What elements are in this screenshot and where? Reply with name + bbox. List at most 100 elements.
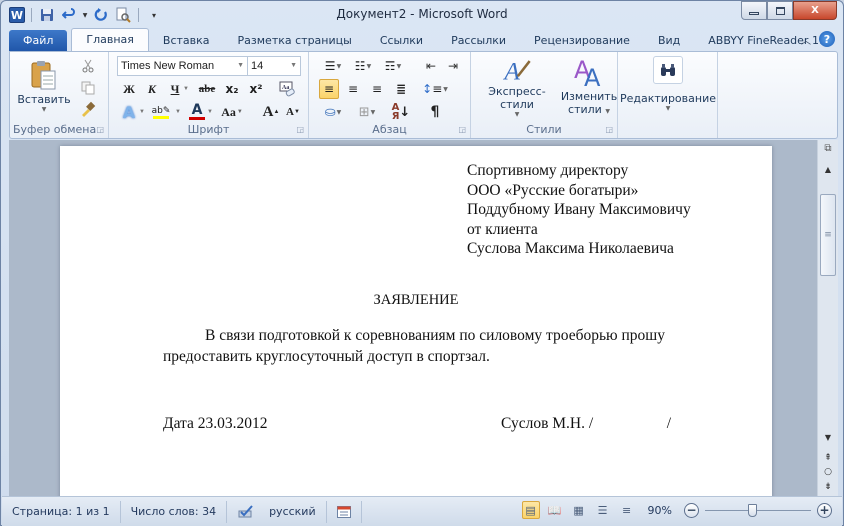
grow-font-icon: A — [262, 103, 274, 120]
font-size-combo[interactable]: 14 ▼ — [247, 56, 301, 76]
superscript-button[interactable]: x² — [246, 79, 266, 99]
quick-styles-button[interactable]: A Экспресс-стили ▼ — [473, 56, 561, 118]
font-group-label: Шрифт — [187, 123, 230, 136]
underline-dropdown-icon[interactable]: ▼ — [181, 79, 191, 99]
sort-button[interactable]: A Я ↓ — [391, 102, 411, 122]
svg-text:Aa: Aa — [282, 85, 289, 91]
sort-icon: AЯ — [391, 102, 400, 122]
print-layout-view-button[interactable]: ▤ — [521, 501, 540, 519]
highlight-color-bar — [153, 115, 169, 119]
change-styles-button[interactable]: AA Изменить стили ▼ — [560, 56, 618, 118]
zoom-in-button[interactable]: + — [817, 502, 832, 518]
tab-home[interactable]: Главная — [71, 28, 149, 52]
paste-button[interactable]: Вставить ▼ — [17, 56, 71, 116]
change-styles-label: Изменить стили ▼ — [560, 90, 618, 116]
tab-page-layout[interactable]: Разметка страницы — [224, 30, 366, 52]
increase-indent-button[interactable]: ⇥ — [443, 56, 463, 76]
paste-icon — [31, 61, 56, 90]
paint-bucket-icon: ⛀ — [324, 104, 336, 120]
font-name-combo[interactable]: Times New Roman ▼ — [117, 56, 248, 76]
font-color-button[interactable]: A — [187, 102, 207, 122]
cut-button[interactable] — [78, 56, 98, 76]
bullets-icon: ☰ — [324, 59, 336, 73]
minimize-ribbon-icon[interactable]: ︿ — [801, 32, 811, 47]
strikethrough-button[interactable]: abe — [195, 79, 219, 99]
align-right-button[interactable]: ≡ — [367, 79, 387, 99]
minimize-button[interactable] — [741, 1, 767, 20]
justify-button[interactable]: ≣ — [391, 79, 411, 99]
tab-insert[interactable]: Вставка — [149, 30, 224, 52]
document-area: Спортивному директору ООО «Русские богат… — [9, 140, 817, 496]
zoom-level[interactable]: 90% — [648, 504, 672, 517]
zoom-slider-track — [705, 509, 811, 511]
addressee-line: Спортивному директору — [467, 162, 629, 179]
format-painter-button[interactable] — [78, 99, 98, 119]
font-color-icon: A — [191, 102, 203, 118]
highlight-dropdown-icon[interactable]: ▼ — [173, 102, 183, 122]
addressee-line: ООО «Русские богатыри» — [467, 181, 639, 199]
maximize-button[interactable] — [767, 1, 793, 20]
bullets-button[interactable]: ☰ ▼ — [319, 56, 347, 76]
view-ruler-icon[interactable]: ⧉ — [820, 143, 836, 159]
zoom-slider-thumb[interactable] — [748, 503, 758, 517]
tab-mailings[interactable]: Рассылки — [437, 30, 520, 52]
scroll-thumb[interactable]: ≡ — [820, 194, 836, 276]
align-center-button[interactable]: ≡ — [343, 79, 363, 99]
macro-status[interactable] — [327, 500, 362, 523]
italic-button[interactable]: К — [142, 79, 162, 99]
line-spacing-button[interactable]: ↕ ≡ ▼ — [421, 79, 449, 99]
outline-view-button[interactable]: ☰ — [594, 501, 612, 519]
clear-formatting-button[interactable]: Aa — [277, 79, 297, 99]
paragraph-dialog-launcher[interactable]: ◲ — [458, 125, 466, 134]
close-button[interactable]: X — [793, 1, 837, 20]
numbering-button[interactable]: ☷ ▼ — [349, 56, 377, 76]
chevron-down-icon: ▼ — [290, 62, 297, 69]
styles-dialog-launcher[interactable]: ◲ — [605, 125, 613, 134]
vertical-scrollbar[interactable]: ⧉ ▲ ≡ ▼ ⇞ ○ ⇟ — [817, 140, 838, 496]
clipboard-dialog-launcher[interactable]: ◲ — [96, 125, 104, 134]
font-color-dropdown-icon[interactable]: ▼ — [205, 102, 215, 122]
bold-button[interactable]: Ж — [119, 79, 139, 99]
scroll-up-button[interactable]: ▲ — [818, 162, 838, 178]
borders-icon: ⊞ — [358, 104, 370, 120]
chevron-down-icon: ▼ — [514, 111, 520, 118]
text-effects-button[interactable]: A — [119, 102, 139, 122]
decrease-indent-button[interactable]: ⇤ — [421, 56, 441, 76]
multilevel-list-button[interactable]: ☶ ▼ — [379, 56, 407, 76]
tab-references[interactable]: Ссылки — [366, 30, 437, 52]
borders-button[interactable]: ⊞ ▼ — [353, 102, 381, 122]
next-page-button[interactable]: ⇟ — [818, 479, 838, 495]
group-editing: Редактирование ▼ — [618, 52, 718, 138]
shrink-font-button[interactable]: A ▼ — [283, 102, 303, 122]
page-count[interactable]: Страница: 1 из 1 — [2, 500, 121, 523]
addressee-line: Суслова Максима Николаевича — [467, 240, 674, 257]
scroll-down-button[interactable]: ▼ — [818, 430, 838, 446]
subscript-button[interactable]: x₂ — [222, 79, 242, 99]
grow-font-button[interactable]: A ▲ — [261, 102, 281, 122]
browse-object-button[interactable]: ○ — [818, 464, 838, 480]
grip-icon: ≡ — [824, 230, 832, 240]
full-screen-reading-button[interactable]: 📖 — [546, 501, 564, 519]
tab-review[interactable]: Рецензирование — [520, 30, 644, 52]
editing-button[interactable]: Редактирование ▼ — [620, 56, 716, 118]
font-dialog-launcher[interactable]: ◲ — [296, 125, 304, 134]
copy-icon — [81, 81, 95, 95]
zoom-out-button[interactable]: − — [684, 502, 699, 518]
zoom-slider[interactable] — [705, 503, 811, 518]
shading-button[interactable]: ⛀ ▼ — [319, 102, 347, 122]
tab-file[interactable]: Файл — [9, 30, 68, 52]
show-marks-button[interactable]: ¶ — [425, 102, 445, 122]
tab-view[interactable]: Вид — [644, 30, 694, 52]
document-page[interactable]: Спортивному директору ООО «Русские богат… — [60, 146, 772, 496]
web-layout-button[interactable]: ▦ — [570, 501, 588, 519]
draft-view-button[interactable]: ≡ — [618, 501, 636, 519]
align-left-button[interactable]: ≡ — [319, 79, 339, 99]
highlight-button[interactable]: ab✎ — [151, 102, 171, 122]
word-count[interactable]: Число слов: 34 — [121, 500, 228, 523]
proofing-status[interactable]: русский — [227, 500, 327, 523]
help-icon[interactable]: ? — [819, 31, 835, 47]
change-case-button[interactable]: Aa ▼ — [219, 102, 245, 122]
text-effects-dropdown-icon[interactable]: ▼ — [137, 102, 147, 122]
copy-button[interactable] — [78, 78, 98, 98]
document-heading: ЗАЯВЛЕНИЕ — [373, 292, 459, 308]
